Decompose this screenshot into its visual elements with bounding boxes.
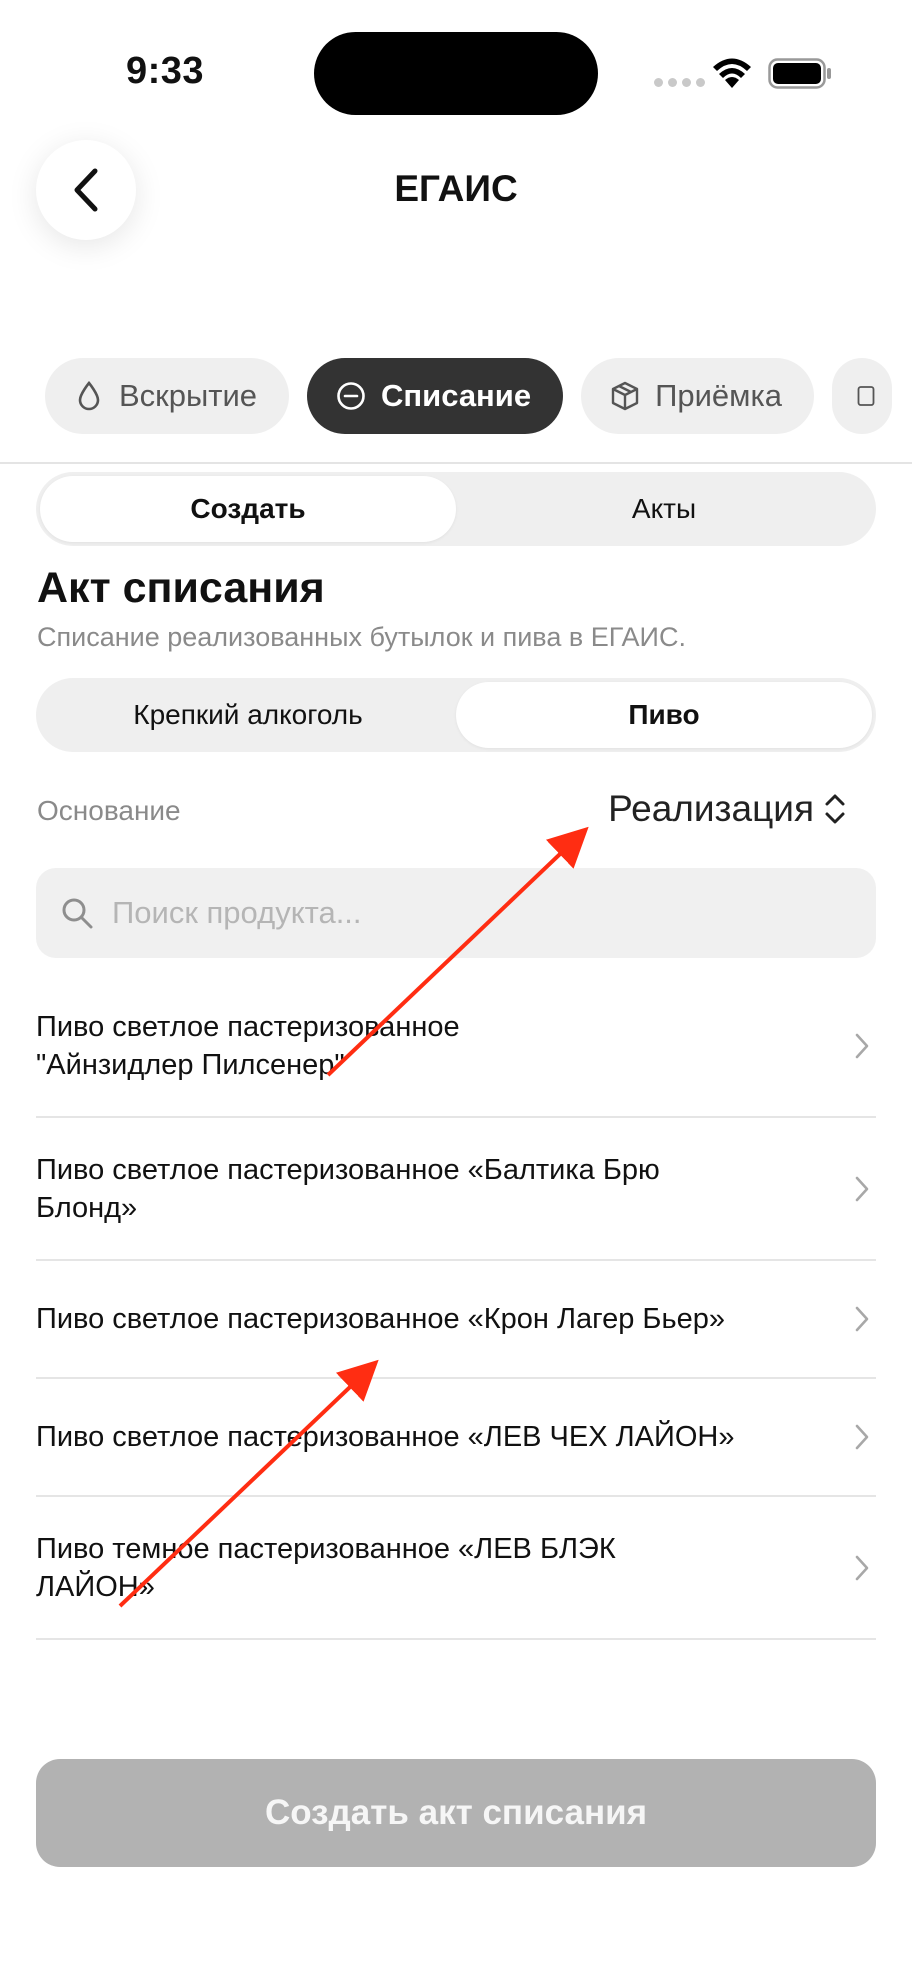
- tab-create[interactable]: Создать: [40, 476, 456, 542]
- mode-tabs: Создать Акты: [36, 472, 876, 546]
- chip-receiving-label: Приёмка: [655, 378, 782, 413]
- tab-beer[interactable]: Пиво: [456, 682, 872, 748]
- chip-receiving[interactable]: Приёмка: [581, 358, 814, 434]
- product-name: Пиво темное пастеризованное «ЛЕВ БЛЭК ЛА…: [36, 1532, 616, 1603]
- product-name: Пиво светлое пастеризованное "Айнзидлер …: [36, 1010, 460, 1081]
- chip-opening-label: Вскрытие: [119, 378, 258, 413]
- product-name: Пиво светлое пастеризованное «Балтика Бр…: [36, 1153, 660, 1224]
- list-item[interactable]: Пиво светлое пастеризованное «Крон Лагер…: [36, 1261, 876, 1379]
- list-item[interactable]: Пиво светлое пастеризованное «Балтика Бр…: [36, 1118, 876, 1261]
- product-list: Пиво светлое пастеризованное "Айнзидлер …: [36, 975, 876, 1640]
- dynamic-island: [314, 32, 598, 115]
- document-icon: [857, 386, 875, 406]
- page-title: ЕГАИС: [394, 168, 518, 209]
- search-input[interactable]: Поиск продукта...: [36, 868, 876, 958]
- drop-icon: [78, 380, 100, 411]
- section-subtitle: Списание реализованных бутылок и пива в …: [37, 622, 686, 652]
- search-icon: [62, 898, 93, 929]
- product-name: Пиво светлое пастеризованное «Крон Лагер…: [36, 1303, 725, 1335]
- type-tabs: Крепкий алкоголь Пиво: [36, 678, 876, 752]
- category-chips: Вскрытие Списание Приёмка: [45, 358, 892, 434]
- box-icon: [611, 381, 639, 411]
- product-name: Пиво светлое пастеризованное «ЛЕВ ЧЕХ ЛА…: [36, 1421, 735, 1453]
- status-time: 9:33: [126, 50, 205, 92]
- chip-opening[interactable]: Вскрытие: [45, 358, 290, 434]
- chevron-up-down-icon: [825, 794, 845, 824]
- section-title: Акт списания: [37, 564, 325, 612]
- basis-picker[interactable]: Реализация: [608, 788, 846, 830]
- basis-value: Реализация: [608, 788, 814, 829]
- wifi-icon: [713, 58, 751, 88]
- search-placeholder: Поиск продукта...: [112, 895, 362, 930]
- chevron-right-icon: [855, 1424, 869, 1450]
- cellular-signal-icon: [654, 78, 705, 87]
- list-item[interactable]: Пиво темное пастеризованное «ЛЕВ БЛЭК ЛА…: [36, 1497, 876, 1640]
- list-item[interactable]: Пиво светлое пастеризованное "Айнзидлер …: [36, 975, 876, 1118]
- screen: 9:33 ЕГАИС Вскрытие Списание Приёмка Соз…: [0, 0, 912, 1982]
- create-write-off-act-button[interactable]: Создать акт списания: [36, 1759, 876, 1867]
- chevron-right-icon: [855, 1176, 869, 1201]
- chip-more[interactable]: [831, 358, 892, 434]
- list-item[interactable]: Пиво светлое пастеризованное «ЛЕВ ЧЕХ ЛА…: [36, 1379, 876, 1497]
- chevron-right-icon: [855, 1033, 869, 1058]
- tab-strong-alcohol[interactable]: Крепкий алкоголь: [40, 682, 456, 748]
- chevron-right-icon: [855, 1555, 869, 1580]
- chip-write-off-label: Списание: [381, 378, 532, 413]
- battery-icon: [768, 58, 831, 89]
- tab-acts[interactable]: Акты: [456, 476, 872, 542]
- divider: [0, 462, 912, 464]
- chevron-right-icon: [855, 1306, 869, 1332]
- minus-circle-icon: [337, 382, 365, 410]
- chip-write-off[interactable]: Списание: [307, 358, 564, 434]
- basis-label: Основание: [37, 795, 181, 826]
